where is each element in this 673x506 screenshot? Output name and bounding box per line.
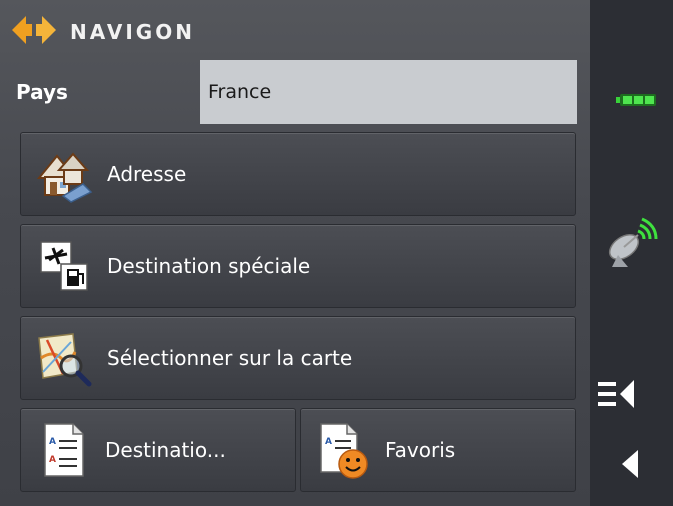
house-icon (33, 144, 93, 204)
map-magnifier-icon (33, 328, 93, 388)
navigation-screen: NAVIGON Pays France Adresse Destination … (0, 0, 673, 506)
brand-name: NAVIGON (70, 20, 195, 44)
battery-icon (616, 92, 656, 111)
special-destination-label: Destination spéciale (107, 254, 311, 278)
country-field[interactable]: France (200, 60, 577, 124)
svg-text:A: A (325, 437, 332, 447)
address-button[interactable]: Adresse (20, 132, 576, 216)
favorites-button[interactable]: A Favoris (300, 408, 576, 492)
poi-fuel-icon (33, 236, 93, 296)
select-on-map-button[interactable]: Sélectionner sur la carte (20, 316, 576, 400)
menu-back-icon[interactable] (598, 378, 638, 416)
favorites-label: Favoris (385, 438, 456, 462)
last-destinations-label: Destinatio... (105, 438, 226, 462)
favorites-smiley-icon: A (315, 420, 371, 480)
address-label: Adresse (107, 162, 187, 186)
special-destination-button[interactable]: Destination spéciale (20, 224, 576, 308)
header: NAVIGON (12, 12, 195, 52)
back-arrow-icon[interactable] (620, 448, 640, 484)
gps-satellite-icon (604, 215, 660, 275)
document-list-icon: A A (35, 420, 91, 480)
svg-text:A: A (49, 455, 56, 465)
last-destinations-button[interactable]: A A Destinatio... (20, 408, 296, 492)
country-value: France (208, 81, 272, 103)
svg-text:A: A (49, 437, 56, 447)
main-panel: NAVIGON Pays France Adresse Destination … (0, 0, 590, 506)
select-on-map-label: Sélectionner sur la carte (107, 346, 353, 370)
navigon-logo-icon (12, 13, 56, 51)
country-label: Pays (16, 80, 68, 104)
